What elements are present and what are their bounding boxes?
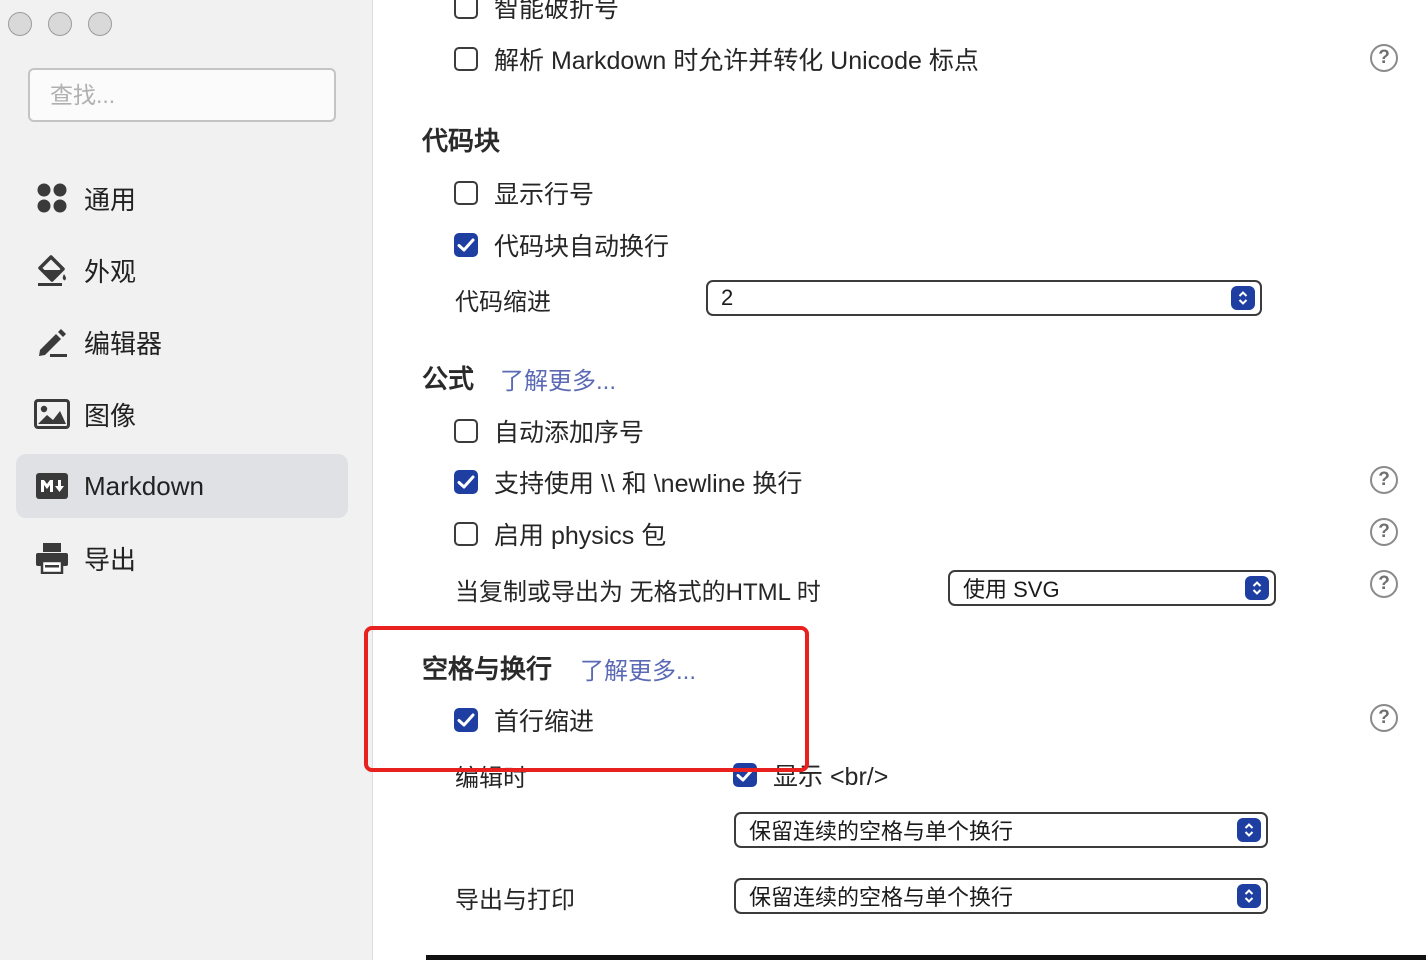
help-icon[interactable]: ? xyxy=(1370,518,1398,546)
sidebar-item-image[interactable]: 图像 xyxy=(16,382,348,446)
minimize-window-button[interactable] xyxy=(48,12,72,36)
math-export-value: 使用 SVG xyxy=(963,577,1060,602)
smart-dash-label: 智能破折号 xyxy=(494,0,620,23)
search-box[interactable] xyxy=(28,68,336,122)
sidebar-item-label: 图像 xyxy=(84,400,137,431)
image-icon xyxy=(34,396,70,432)
code-auto-wrap-option[interactable]: 代码块自动换行 xyxy=(454,227,669,263)
math-auto-number-option[interactable]: 自动添加序号 xyxy=(454,413,644,449)
math-auto-number-label: 自动添加序号 xyxy=(494,419,645,447)
code-indent-value: 2 xyxy=(721,285,734,310)
code-indent-label: 代码缩进 xyxy=(455,289,551,316)
sidebar-item-general[interactable]: 通用 xyxy=(16,166,348,230)
search-input[interactable] xyxy=(30,70,334,120)
pen-icon xyxy=(34,324,70,360)
sidebar-item-export[interactable]: 导出 xyxy=(16,526,348,590)
math-newline-option[interactable]: 支持使用 \\ 和 \newline 换行 xyxy=(454,464,802,500)
sidebar-item-appearance[interactable]: 外观 xyxy=(16,238,348,302)
sidebar-item-markdown[interactable]: Markdown xyxy=(16,454,348,518)
section-title-math: 公式 xyxy=(422,364,475,394)
code-auto-wrap-label: 代码块自动换行 xyxy=(494,233,670,261)
show-line-numbers-option[interactable]: 显示行号 xyxy=(454,175,594,211)
help-icon[interactable]: ? xyxy=(1370,570,1398,598)
chevron-up-down-icon xyxy=(1237,884,1261,908)
help-icon[interactable]: ? xyxy=(1370,44,1398,72)
zoom-window-button[interactable] xyxy=(88,12,112,36)
code-indent-select[interactable]: 2 xyxy=(706,280,1262,316)
chevron-up-down-icon xyxy=(1237,818,1261,842)
unicode-punct-label: 解析 Markdown 时允许并转化 Unicode 标点 xyxy=(494,47,979,75)
physics-checkbox[interactable] xyxy=(454,522,478,546)
sidebar-item-label: 外观 xyxy=(84,256,137,287)
section-title-code-block: 代码块 xyxy=(422,126,501,156)
help-icon[interactable]: ? xyxy=(1370,466,1398,494)
chevron-up-down-icon xyxy=(1245,576,1269,600)
show-line-numbers-label: 显示行号 xyxy=(494,181,595,209)
math-learn-more-link[interactable]: 了解更多... xyxy=(500,361,616,396)
sidebar-item-label: Markdown xyxy=(84,470,204,501)
settings-panel: 智能破折号 解析 Markdown 时允许并转化 Unicode 标点 ? 代码… xyxy=(374,0,1426,960)
close-window-button[interactable] xyxy=(8,12,32,36)
smart-dash-checkbox[interactable] xyxy=(454,0,478,19)
physics-option[interactable]: 启用 physics 包 xyxy=(454,516,666,552)
editing-whitespace-value: 保留连续的空格与单个换行 xyxy=(749,819,1014,844)
grid-icon xyxy=(34,180,70,216)
help-icon[interactable]: ? xyxy=(1370,704,1398,732)
paint-bucket-icon xyxy=(34,252,70,288)
show-line-numbers-checkbox[interactable] xyxy=(454,181,478,205)
export-whitespace-value: 保留连续的空格与单个换行 xyxy=(749,885,1014,910)
smart-dash-option[interactable]: 智能破折号 xyxy=(454,0,619,25)
math-auto-number-checkbox[interactable] xyxy=(454,419,478,443)
markdown-icon xyxy=(34,468,70,504)
printer-icon xyxy=(34,540,70,576)
sidebar: 通用 外观 编辑器 xyxy=(0,0,373,960)
export-print-label: 导出与打印 xyxy=(455,887,575,914)
code-auto-wrap-checkbox[interactable] xyxy=(454,233,478,257)
sidebar-item-editor[interactable]: 编辑器 xyxy=(16,310,348,374)
window-edge xyxy=(426,955,1426,960)
unicode-punct-checkbox[interactable] xyxy=(454,47,478,71)
highlight-annotation xyxy=(364,626,809,772)
sidebar-item-label: 通用 xyxy=(84,184,137,215)
math-export-select[interactable]: 使用 SVG xyxy=(948,570,1276,606)
physics-label: 启用 physics 包 xyxy=(494,522,667,550)
export-whitespace-select[interactable]: 保留连续的空格与单个换行 xyxy=(734,878,1268,914)
math-export-label: 当复制或导出为 无格式的HTML 时 xyxy=(455,579,821,606)
editing-whitespace-select[interactable]: 保留连续的空格与单个换行 xyxy=(734,812,1268,848)
math-newline-checkbox[interactable] xyxy=(454,470,478,494)
math-newline-label: 支持使用 \\ 和 \newline 换行 xyxy=(494,470,803,498)
sidebar-item-label: 导出 xyxy=(84,544,137,575)
sidebar-item-label: 编辑器 xyxy=(84,328,163,359)
unicode-punct-option[interactable]: 解析 Markdown 时允许并转化 Unicode 标点 xyxy=(454,41,979,77)
chevron-up-down-icon xyxy=(1231,286,1255,310)
